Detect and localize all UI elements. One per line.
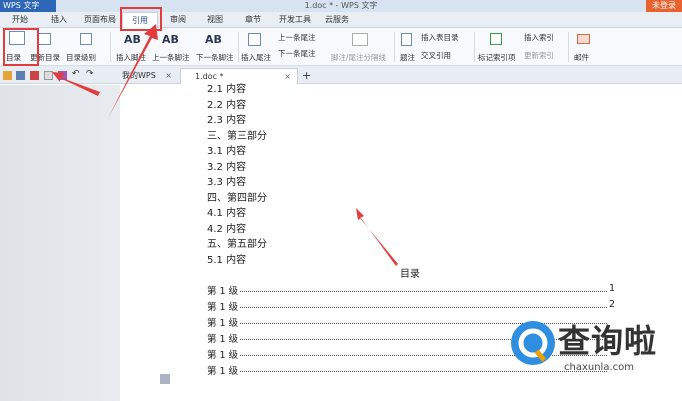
arrow-to-toc: [52, 72, 100, 96]
search-icon: [511, 321, 555, 365]
arrow-to-toc-heading: [356, 208, 398, 266]
arrow-to-references: [108, 24, 158, 118]
watermark: 查询啦 chaxunla.com: [500, 312, 682, 382]
